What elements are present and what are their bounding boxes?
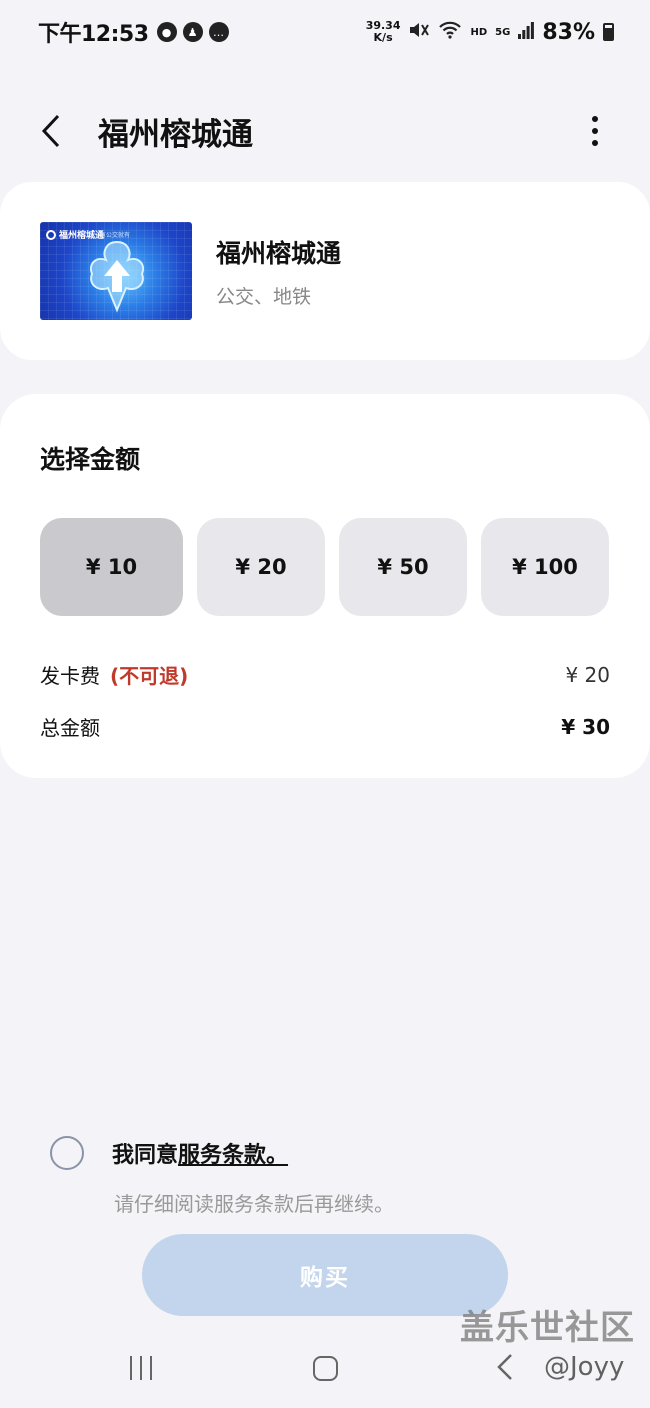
- nav-back-icon: [497, 1354, 512, 1380]
- recent-apps-icon: [150, 1356, 152, 1380]
- card-info: 福州榕城通 公交、地铁: [216, 234, 341, 309]
- status-bar: 下午12:53 ● ♟ … 39.34 K/s HD 5G 83%: [0, 0, 650, 64]
- recent-apps-icon: [130, 1356, 132, 1380]
- chat-bubble-icon: …: [208, 22, 229, 42]
- buy-button[interactable]: 购买: [142, 1234, 508, 1316]
- amount-option-50[interactable]: ¥ 50: [339, 518, 467, 616]
- card-summary-panel: 福州榕城通 有公交就有 福州榕城通 公交、地铁: [0, 182, 650, 360]
- community-watermark: 盖乐世社区: [460, 1308, 635, 1348]
- card-description: 公交、地铁: [216, 285, 312, 308]
- amount-option-20[interactable]: ¥ 20: [197, 518, 325, 616]
- card-brand-mark-icon: [46, 229, 56, 240]
- network-speed: 39.34 K/s: [366, 20, 401, 44]
- banyan-logo-icon: [90, 240, 144, 313]
- agree-terms-text: 我同意服务条款。: [112, 1137, 308, 1169]
- network-type: 5G: [495, 26, 511, 38]
- card-fee-label: 发卡费: [40, 664, 100, 688]
- page-title: 福州榕城通: [98, 116, 253, 153]
- qq-icon: ♟: [182, 22, 203, 42]
- recent-apps-icon: [140, 1356, 142, 1380]
- amount-panel: 选择金额 ¥ 10 ¥ 20 ¥ 50 ¥ 100 发卡费 (不可退) ¥ 20…: [0, 394, 650, 778]
- message-app-icon: ●: [156, 22, 177, 42]
- more-dot-icon: [592, 116, 598, 122]
- nav-back-button[interactable]: [496, 1352, 514, 1386]
- card-fee-row: 发卡费 (不可退) ¥ 20: [40, 660, 610, 689]
- battery-icon: [603, 23, 614, 41]
- select-amount-title: 选择金额: [40, 445, 141, 474]
- more-dot-icon: [592, 140, 598, 146]
- terms-agreement-row: 我同意服务条款。: [50, 1136, 308, 1170]
- recent-apps-button[interactable]: [130, 1356, 152, 1380]
- user-watermark: @Joyy: [544, 1352, 625, 1382]
- back-button[interactable]: [40, 106, 70, 156]
- notification-icons: ● ♟ …: [156, 22, 229, 42]
- agree-prefix: 我同意: [112, 1143, 179, 1168]
- amount-option-10[interactable]: ¥ 10: [40, 518, 183, 616]
- transit-card-image: 福州榕城通 有公交就有: [40, 222, 192, 320]
- app-header: 福州榕城通: [0, 96, 650, 166]
- terms-of-service-link[interactable]: 服务条款。: [178, 1143, 308, 1168]
- total-amount-value: ¥ 30: [561, 714, 610, 739]
- hd-indicator: HD: [470, 26, 488, 38]
- total-amount-label: 总金额: [40, 716, 100, 740]
- mute-icon: [408, 20, 430, 44]
- agree-terms-checkbox[interactable]: [50, 1136, 84, 1170]
- total-amount-row: 总金额 ¥ 30: [40, 712, 610, 741]
- terms-hint: 请仔细阅读服务条款后再继续。: [114, 1192, 394, 1216]
- chevron-left-icon: [41, 114, 60, 148]
- card-fee-value: ¥ 20: [565, 662, 610, 687]
- signal-icon: [518, 21, 535, 43]
- non-refundable-note: (不可退): [110, 664, 189, 688]
- status-time: 下午12:53: [38, 22, 149, 47]
- battery-percent: 83%: [542, 19, 595, 45]
- more-options-button[interactable]: [580, 106, 610, 156]
- home-button[interactable]: [313, 1356, 338, 1381]
- status-right: 39.34 K/s HD 5G 83%: [366, 20, 614, 45]
- network-speed-unit: K/s: [373, 31, 393, 44]
- more-dot-icon: [592, 128, 598, 134]
- wifi-icon: [438, 20, 462, 44]
- amount-option-100[interactable]: ¥ 100: [481, 518, 609, 616]
- card-name: 福州榕城通: [216, 238, 342, 268]
- amount-options: ¥ 10 ¥ 20 ¥ 50 ¥ 100: [40, 518, 609, 616]
